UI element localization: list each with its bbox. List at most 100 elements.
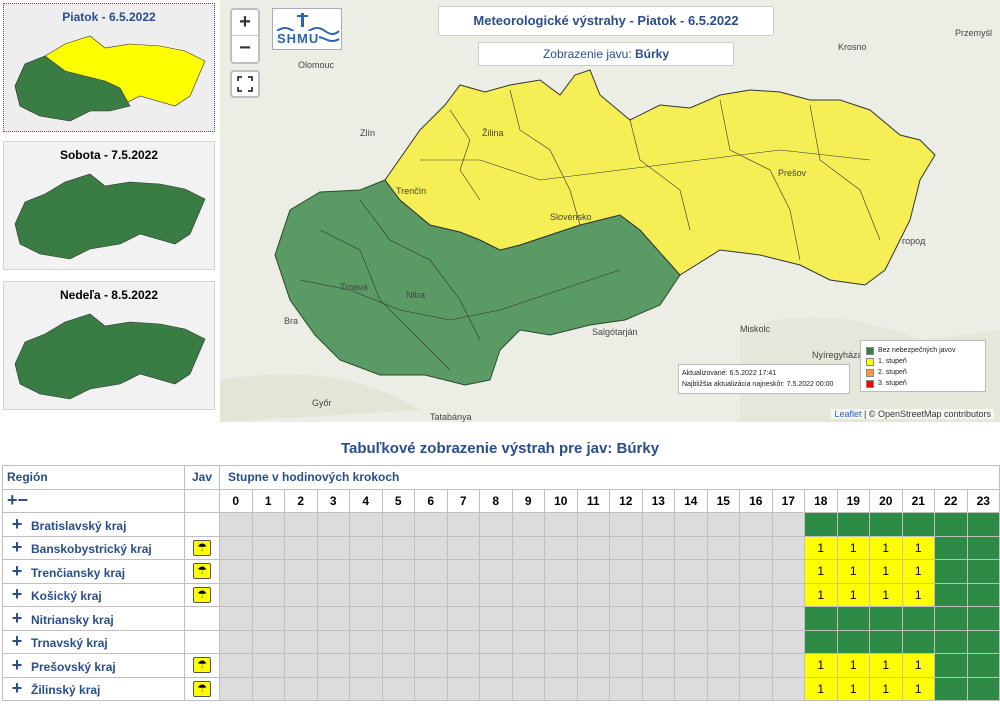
hour-cell-past	[316, 535, 350, 560]
hour-cell-past	[771, 582, 805, 607]
hour-cell-past	[251, 676, 285, 701]
hour-cell-past	[219, 582, 253, 607]
hour-cell-past	[544, 676, 578, 701]
legend-label: 2. stupeň	[878, 369, 907, 376]
hour-cell-past	[479, 606, 513, 631]
hour-cell-warning: 1	[869, 559, 903, 584]
legend-swatch	[866, 357, 874, 366]
expand-region-icon[interactable]: +	[3, 537, 31, 558]
city-label: Prešov	[778, 168, 807, 178]
hour-cell-past	[609, 606, 643, 631]
expand-region-icon[interactable]: +	[3, 514, 31, 535]
hour-cell-past	[284, 535, 318, 560]
hour-cell-ok	[836, 606, 870, 631]
hour-cell-past	[576, 582, 610, 607]
city-label: Zlín	[360, 128, 376, 138]
slovakia-thumbnail-map	[14, 35, 206, 122]
hour-cell-past	[446, 512, 480, 537]
hour-cell-past	[641, 653, 675, 678]
hour-header: 15	[706, 488, 740, 513]
day-panel-sobota[interactable]: Sobota - 7.5.2022	[3, 141, 215, 270]
region-cell[interactable]: + Trnavský kraj	[2, 629, 185, 654]
hour-cell-past	[251, 535, 285, 560]
hour-cell-past	[446, 629, 480, 654]
hour-cell-past	[609, 512, 643, 537]
hour-header-row: +− 0 1 2 3 4 5 6 7 8 9 10 11 12 13 14 15 16 17 18 19 20 21 22 2…	[2, 488, 1000, 513]
expand-region-icon[interactable]: +	[3, 561, 31, 582]
hour-cell-past	[479, 629, 513, 654]
map-title: Meteorologické výstrahy - Piatok - 6.5.2…	[438, 6, 774, 36]
region-cell[interactable]: + Bratislavský kraj	[2, 512, 185, 537]
header-stupne: Stupne v hodinových krokoch	[219, 465, 1000, 490]
hour-cell-past	[414, 535, 448, 560]
hour-cell-past	[446, 676, 480, 701]
city-label: Miskolc	[740, 324, 771, 334]
hour-cell-past	[284, 559, 318, 584]
region-name: Žilinský kraj	[31, 683, 101, 698]
hour-cell-ok	[966, 606, 1000, 631]
day-panel-piatok[interactable]: Piatok - 6.5.2022	[3, 3, 215, 132]
hour-cell-past	[381, 653, 415, 678]
region-cell[interactable]: + Banskobystrický kraj	[2, 535, 185, 560]
hour-header: 23	[966, 488, 1000, 513]
hour-cell-past	[414, 676, 448, 701]
hour-cell-past	[544, 512, 578, 537]
hour-cell-past	[544, 653, 578, 678]
region-name: Bratislavský kraj	[31, 518, 127, 533]
leaflet-link[interactable]: Leaflet	[834, 409, 861, 419]
expand-region-icon[interactable]: +	[3, 631, 31, 652]
warnings-table: Región Jav Stupne v hodinových krokoch +…	[2, 465, 1000, 701]
hour-cell-past	[674, 653, 708, 678]
region-cell[interactable]: + Košický kraj	[2, 582, 185, 607]
hour-cell-ok	[901, 606, 935, 631]
region-cell[interactable]: + Trenčiansky kraj	[2, 559, 185, 584]
hour-cell-ok	[934, 535, 968, 560]
region-cell[interactable]: + Nitriansky kraj	[2, 606, 185, 631]
hour-cell-warning: 1	[804, 582, 838, 607]
expand-region-icon[interactable]: +	[3, 655, 31, 676]
region-cell[interactable]: + Prešovský kraj	[2, 653, 185, 678]
day-panel-nedela[interactable]: Nedeľa - 8.5.2022	[3, 281, 215, 410]
hour-cell-warning: 1	[869, 535, 903, 560]
hour-cell-past	[739, 629, 773, 654]
hour-cell-past	[609, 582, 643, 607]
zoom-out-button[interactable]: −	[232, 36, 258, 62]
warning-map[interactable]: Olomouc Krosno Przemyśl Zlín Žilina Tren…	[220, 0, 1000, 422]
legend-row: 3. stupeň	[866, 378, 980, 389]
thunderstorm-umbrella-icon: ☂	[193, 657, 211, 674]
hour-cell-past	[219, 535, 253, 560]
hour-cell-past	[641, 559, 675, 584]
hour-header: 11	[576, 488, 610, 513]
table-row: + Nitriansky kraj	[2, 606, 1000, 631]
hour-cell-past	[284, 676, 318, 701]
hour-header: 5	[381, 488, 415, 513]
expand-all-toggle[interactable]: +−	[2, 488, 185, 513]
hour-cell-past	[381, 559, 415, 584]
hour-cell-past	[576, 535, 610, 560]
expand-region-icon[interactable]: +	[3, 584, 31, 605]
hour-cell-past	[414, 512, 448, 537]
hour-cell-warning: 1	[901, 582, 935, 607]
hour-cell-past	[251, 512, 285, 537]
map-legend: Bez nebezpečných javov 1. stupeň 2. stup…	[860, 340, 986, 392]
hour-cell-past	[544, 535, 578, 560]
hour-cell-past	[739, 606, 773, 631]
hour-cell-warning: 1	[836, 653, 870, 678]
hour-cell-ok	[934, 676, 968, 701]
hour-header: 16	[739, 488, 773, 513]
hour-cell-ok	[966, 582, 1000, 607]
hour-cell-ok	[934, 606, 968, 631]
update-info: Aktualizované: 6.5.2022 17:41 Najbližšia…	[678, 364, 850, 394]
expand-region-icon[interactable]: +	[3, 608, 31, 629]
hour-header: 10	[544, 488, 578, 513]
hour-cell-ok	[804, 512, 838, 537]
expand-region-icon[interactable]: +	[3, 678, 31, 699]
hour-cell-past	[511, 559, 545, 584]
zoom-in-button[interactable]: +	[232, 10, 258, 36]
fullscreen-button[interactable]	[230, 70, 260, 98]
table-header-row: Región Jav Stupne v hodinových krokoch	[2, 465, 1000, 490]
hour-cell-warning: 1	[836, 559, 870, 584]
hour-cell-past	[511, 512, 545, 537]
region-cell[interactable]: + Žilinský kraj	[2, 676, 185, 701]
subtitle-prefix: Zobrazenie javu:	[542, 47, 636, 61]
